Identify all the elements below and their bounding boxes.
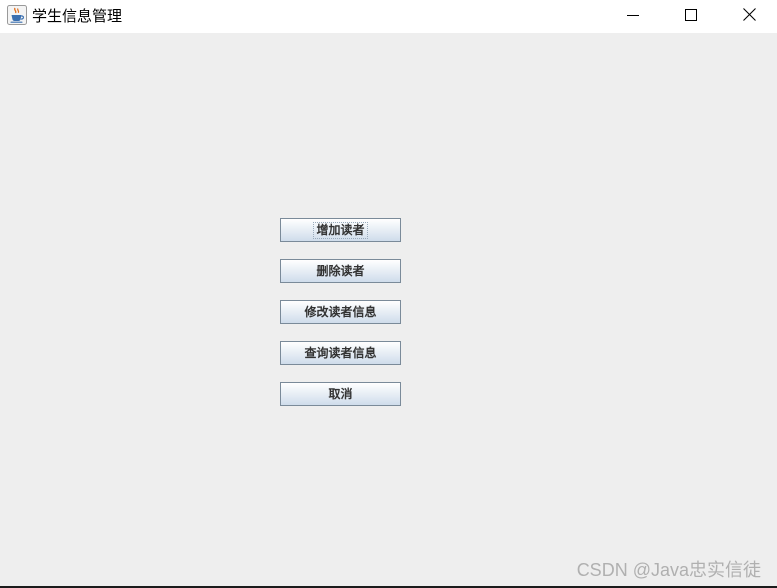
minimize-icon [627,6,639,25]
cancel-button[interactable]: 取消 [280,382,401,406]
watermark: CSDN @Java忠实信徒 [576,560,761,580]
close-button[interactable] [720,0,777,30]
close-icon [742,6,756,25]
maximize-icon [685,6,697,25]
edit-reader-info-button[interactable]: 修改读者信息 [280,300,401,324]
delete-reader-label: 删除读者 [316,263,365,278]
window-title: 学生信息管理 [32,7,123,25]
title-bar[interactable]: 学生信息管理 [0,0,777,33]
cancel-label: 取消 [328,386,353,401]
minimize-button[interactable] [604,0,662,30]
maximize-button[interactable] [662,0,720,30]
query-reader-info-button[interactable]: 查询读者信息 [280,341,401,365]
query-reader-info-label: 查询读者信息 [304,345,377,360]
add-reader-button[interactable]: 增加读者 [280,218,401,242]
edit-reader-info-label: 修改读者信息 [304,304,377,319]
add-reader-label: 增加读者 [313,221,368,239]
app-window: 学生信息管理 增加读者 删除读者 修改读者信息 查询读者信息 取消 CSDN @… [0,0,777,588]
java-coffee-cup-icon[interactable] [7,5,27,25]
delete-reader-button[interactable]: 删除读者 [280,259,401,283]
